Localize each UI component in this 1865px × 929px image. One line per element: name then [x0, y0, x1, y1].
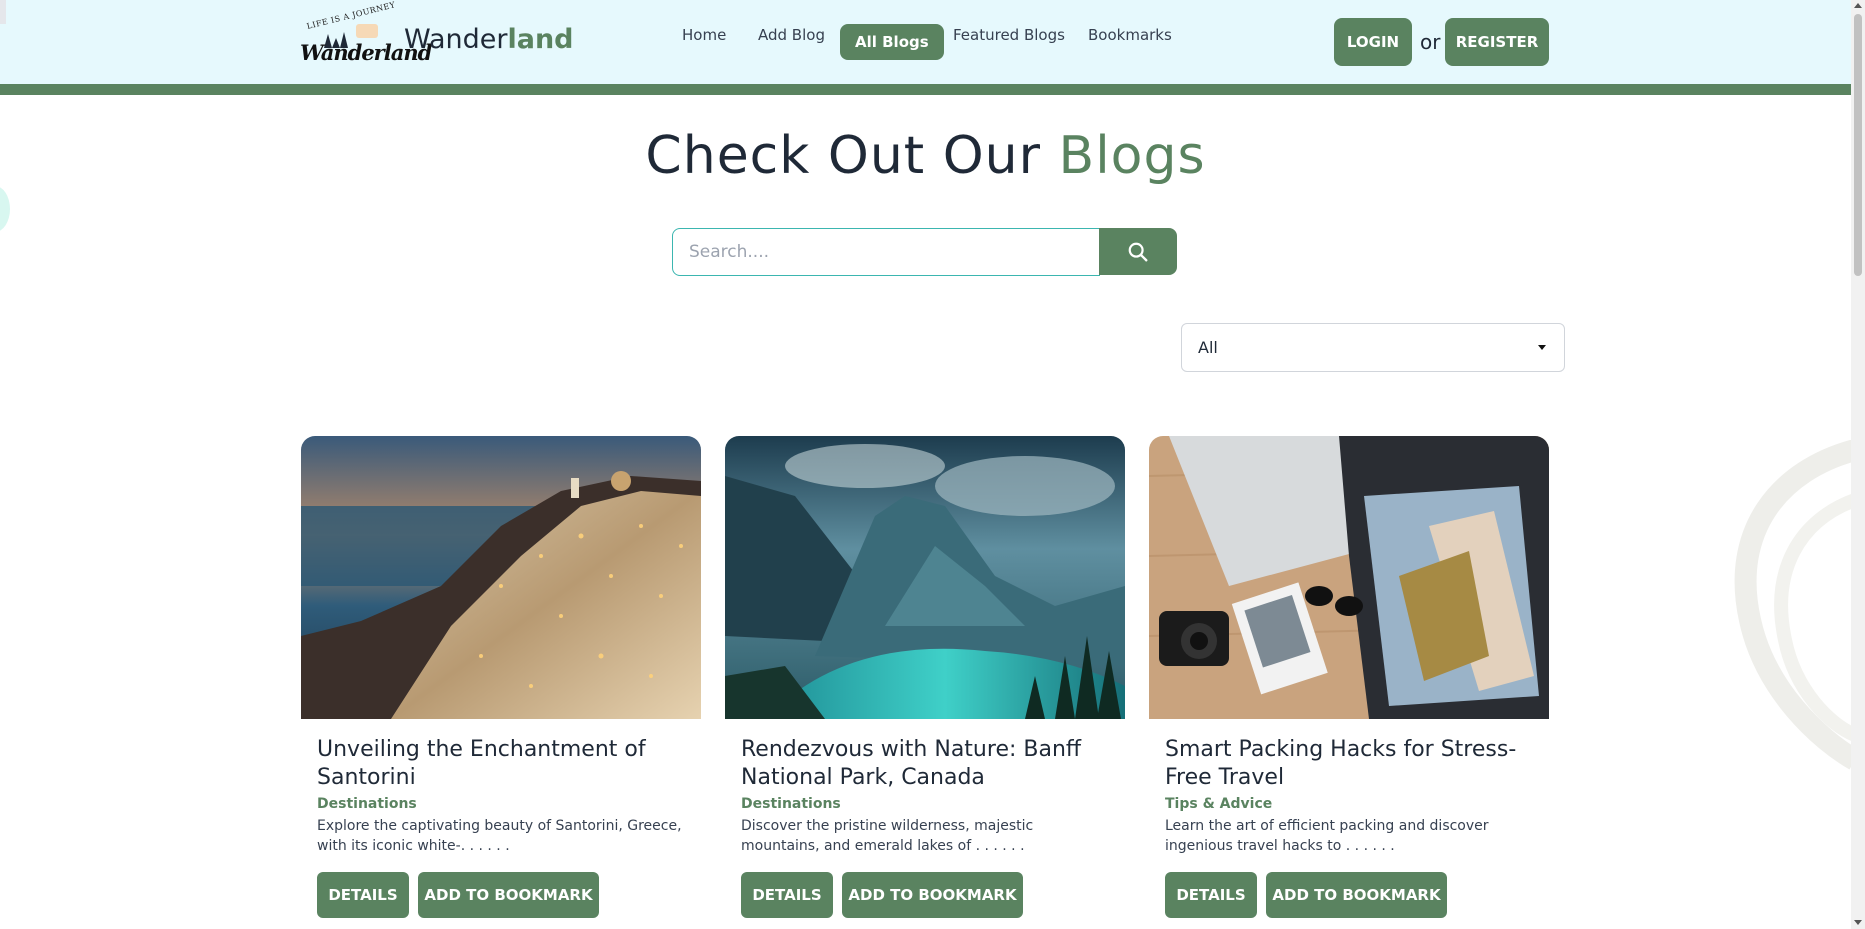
add-to-bookmark-button[interactable]: ADD TO BOOKMARK [418, 872, 599, 918]
details-button[interactable]: DETAILS [741, 872, 833, 918]
blog-image-banff[interactable] [725, 436, 1125, 719]
add-to-bookmark-button[interactable]: ADD TO BOOKMARK [1266, 872, 1447, 918]
details-button[interactable]: DETAILS [1165, 872, 1257, 918]
nav-all-blogs[interactable]: All Blogs [840, 24, 944, 60]
banff-image [725, 436, 1125, 719]
blog-title[interactable]: Unveiling the Enchantment of Santorini [317, 736, 687, 792]
scrollbar[interactable] [1851, 0, 1865, 929]
scrollbar-thumb[interactable] [1854, 14, 1862, 276]
blog-title[interactable]: Rendezvous with Nature: Banff National P… [741, 736, 1111, 792]
search-input[interactable] [672, 228, 1100, 276]
blog-title[interactable]: Smart Packing Hacks for Stress-Free Trav… [1165, 736, 1535, 792]
nav-bookmarks[interactable]: Bookmarks [1082, 26, 1178, 58]
details-button[interactable]: DETAILS [317, 872, 409, 918]
category-filter-value: All [1198, 338, 1218, 357]
side-tab [0, 0, 6, 24]
nav-add-blog[interactable]: Add Blog [752, 26, 831, 58]
nav-home[interactable]: Home [676, 26, 732, 58]
page-title-main: Check Out Our [645, 126, 1059, 186]
chevron-down-icon [1538, 345, 1546, 350]
scroll-up-arrow-icon[interactable] [1854, 3, 1862, 8]
register-button[interactable]: REGISTER [1445, 18, 1549, 66]
blog-card: Smart Packing Hacks for Stress-Free Trav… [1149, 436, 1549, 929]
blog-category: Tips & Advice [1165, 796, 1273, 812]
blog-image-packing[interactable] [1149, 436, 1549, 719]
brand-name[interactable]: Wanderland [404, 24, 574, 55]
add-to-bookmark-button[interactable]: ADD TO BOOKMARK [842, 872, 1023, 918]
santorini-image [301, 436, 701, 719]
page-title-accent: Blogs [1058, 126, 1206, 186]
brand-name-main: Wander [404, 24, 508, 55]
side-bubble [0, 186, 10, 232]
blog-description: Discover the pristine wilderness, majest… [741, 818, 1034, 854]
packing-image [1149, 436, 1549, 719]
background-decoration [1734, 440, 1855, 770]
logo[interactable]: LIFE IS A JOURNEY Wanderland [300, 0, 432, 68]
brand-name-accent: land [507, 24, 574, 55]
blog-category: Destinations [741, 796, 841, 812]
navbar-border [0, 84, 1851, 95]
search-button[interactable] [1099, 228, 1177, 275]
blog-image-santorini[interactable] [301, 436, 701, 719]
blog-card: Rendezvous with Nature: Banff National P… [725, 436, 1125, 929]
blog-description: Explore the captivating beauty of Santor… [317, 818, 682, 854]
category-filter-select[interactable]: All [1181, 323, 1565, 372]
blog-category: Destinations [317, 796, 417, 812]
nav-featured-blogs[interactable]: Featured Blogs [947, 26, 1071, 58]
or-text: or [1420, 30, 1441, 54]
blog-card: Unveiling the Enchantment of Santorini D… [301, 436, 701, 929]
login-button[interactable]: LOGIN [1334, 18, 1412, 66]
page-title: Check Out Our Blogs [0, 126, 1851, 186]
scroll-down-arrow-icon[interactable] [1854, 920, 1862, 925]
search-icon [1128, 242, 1148, 261]
logo-tag-background [356, 24, 378, 38]
blog-description: Learn the art of efficient packing and d… [1165, 818, 1489, 854]
